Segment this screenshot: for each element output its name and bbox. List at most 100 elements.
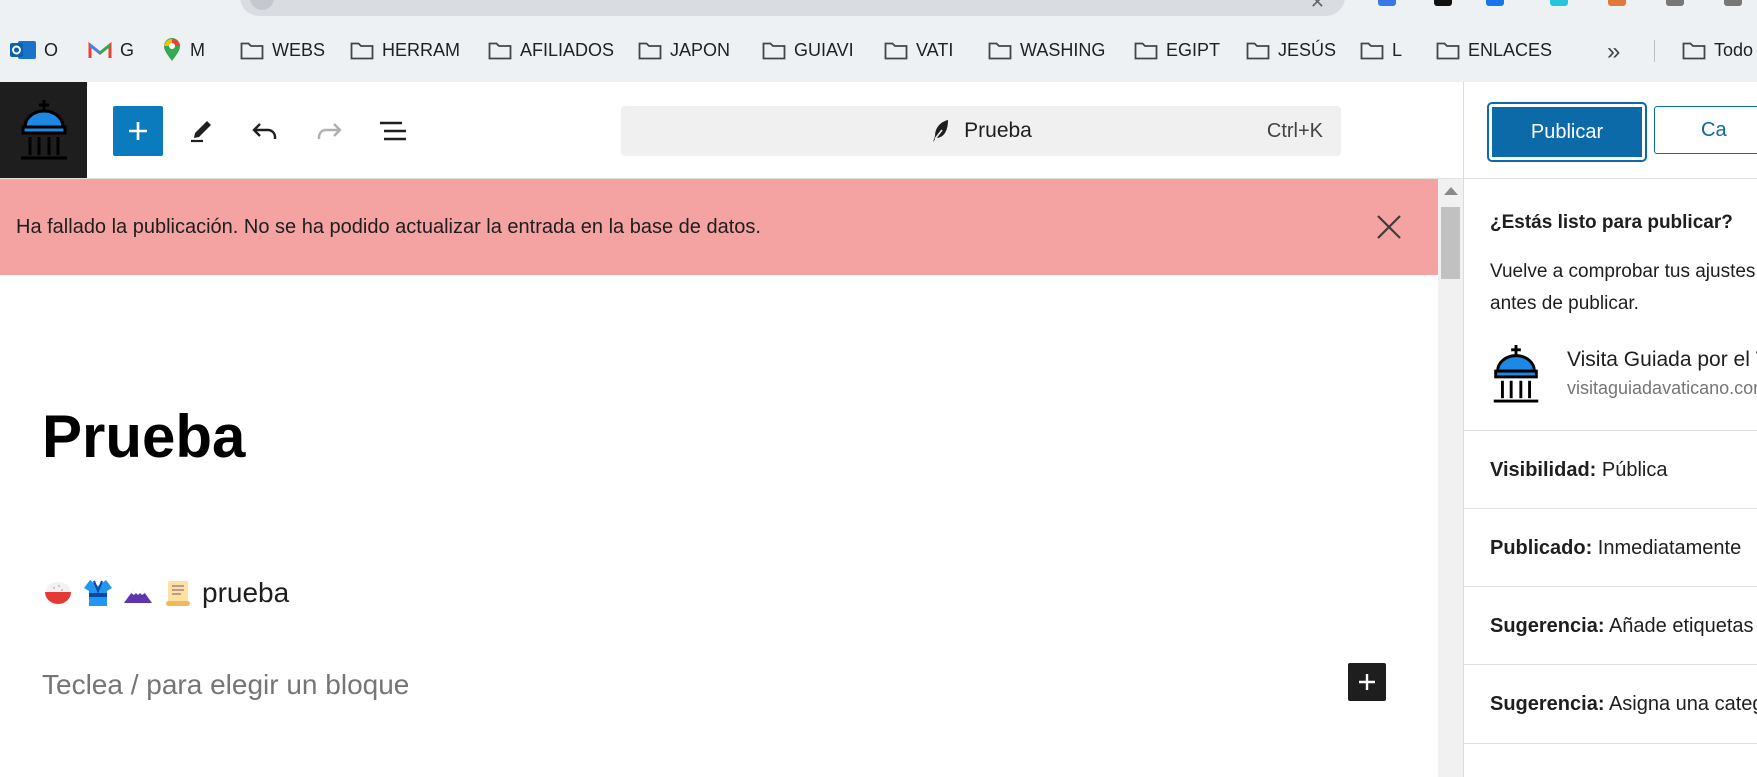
- bookmark-item[interactable]: G: [88, 38, 134, 62]
- extension-icon[interactable]: [1434, 0, 1452, 6]
- bookmark-label: HERRAM: [382, 39, 461, 60]
- folder-icon: [1134, 42, 1158, 60]
- folder-icon: [884, 42, 908, 60]
- panel-description: Vuelve a comprobar tus ajustes antes de …: [1490, 261, 1756, 314]
- extension-icon[interactable]: [1666, 0, 1684, 6]
- site-info-icon[interactable]: [250, 0, 274, 10]
- bookmark-item[interactable]: O: [10, 38, 58, 62]
- undo-button[interactable]: [240, 106, 290, 156]
- empty-block-placeholder[interactable]: Teclea / para elegir un bloque: [42, 669, 409, 701]
- extension-icon[interactable]: [1724, 0, 1742, 6]
- bookmark-label: Todo: [1714, 39, 1754, 60]
- bookmark-folder[interactable]: VATI: [884, 38, 953, 62]
- mount-fuji-emoji: [124, 589, 152, 603]
- folder-icon: [350, 42, 374, 60]
- scroll-emoji: [166, 581, 190, 606]
- command-palette-bar[interactable]: Prueba Ctrl+K: [621, 106, 1341, 156]
- visibility-value[interactable]: Pública: [1602, 459, 1668, 481]
- extension-icon[interactable]: [1608, 0, 1626, 6]
- bookmark-folder[interactable]: HERRAM: [350, 38, 460, 62]
- bookmark-label: M: [190, 39, 205, 60]
- bookmark-label: AFILIADOS: [520, 39, 615, 60]
- bookmark-folder[interactable]: WASHING: [988, 38, 1105, 62]
- bookmark-folder[interactable]: L: [1360, 38, 1402, 62]
- gmail-icon: [88, 41, 112, 58]
- more-bookmarks-icon[interactable]: »: [1607, 38, 1620, 66]
- bookmark-label: GUIAVI: [794, 39, 854, 60]
- error-notice: Ha fallado la publicación. No se ha podi…: [0, 179, 1438, 275]
- redo-button[interactable]: [304, 106, 354, 156]
- list-view-icon: [380, 121, 406, 141]
- extension-icon[interactable]: [1486, 0, 1504, 6]
- bookmark-label: JESÚS: [1278, 39, 1337, 60]
- suggestion-category: Asigna una categoría: [1608, 693, 1757, 715]
- scroll-up-arrow-icon[interactable]: [1444, 187, 1458, 195]
- bookmark-folder[interactable]: GUIAVI: [762, 38, 854, 62]
- site-name: Visita Guiada por el Vaticano: [1567, 348, 1757, 371]
- bookmark-label: WASHING: [1020, 39, 1106, 60]
- post-title[interactable]: Prueba: [42, 402, 245, 471]
- published-label: Publicado:: [1490, 537, 1593, 559]
- site-icon-button[interactable]: [0, 82, 87, 178]
- panel-question: ¿Estás listo para publicar?: [1490, 212, 1733, 233]
- kimono-emoji: [84, 580, 112, 606]
- folder-icon: [762, 42, 786, 60]
- extension-icon[interactable]: [1378, 0, 1396, 6]
- address-bar[interactable]: ✕: [240, 0, 1345, 16]
- tags-suggestion-row[interactable]: Sugerencia: Añade etiquetas: [1464, 586, 1757, 665]
- category-suggestion-row[interactable]: Sugerencia: Asigna una categoría: [1464, 664, 1757, 744]
- rice-bowl-emoji: [45, 582, 71, 604]
- bookmark-folder[interactable]: EGIPT: [1134, 38, 1220, 62]
- bookmark-folder[interactable]: ENLACES: [1436, 38, 1552, 62]
- block-inserter-button[interactable]: [113, 106, 163, 156]
- tools-button[interactable]: [176, 106, 226, 156]
- visibility-row[interactable]: Visibilidad: Pública: [1464, 430, 1757, 509]
- bookmark-folder[interactable]: JAPON: [638, 38, 730, 62]
- bookmark-label: VATI: [916, 39, 954, 60]
- paragraph-text: prueba: [202, 577, 290, 608]
- folder-icon: [1682, 42, 1706, 60]
- folder-icon: [638, 42, 662, 60]
- cancel-button[interactable]: Ca: [1654, 106, 1757, 154]
- bookmark-label: G: [120, 39, 135, 60]
- all-bookmarks-folder[interactable]: Todo: [1682, 38, 1753, 62]
- suggestion-label: Sugerencia:: [1490, 615, 1605, 637]
- bookmarks-bar: O G M WEBS HERRAM AFILIADOS JAPON GUIAVI…: [0, 30, 1757, 70]
- bookmark-label: O: [44, 39, 59, 60]
- editor-header: Prueba Ctrl+K: [0, 82, 1463, 179]
- editor-canvas: Ha fallado la publicación. No se ha podi…: [0, 179, 1438, 777]
- folder-icon: [1246, 42, 1270, 60]
- scrollbar-thumb[interactable]: [1441, 207, 1460, 279]
- post-feather-icon: [933, 120, 949, 142]
- publish-button[interactable]: Publicar: [1487, 102, 1647, 162]
- plus-icon: [129, 122, 147, 140]
- bookmark-label: L: [1392, 39, 1403, 60]
- close-icon[interactable]: [1374, 212, 1404, 242]
- inline-inserter-button[interactable]: [1348, 663, 1386, 701]
- undo-icon: [252, 123, 277, 139]
- bookmark-label: JAPON: [670, 39, 731, 60]
- bookmarks-separator: [1654, 40, 1655, 62]
- bookmark-folder[interactable]: WEBS: [240, 38, 325, 62]
- bookmark-item[interactable]: M: [162, 38, 205, 62]
- pencil-icon: [191, 121, 211, 143]
- pre-publish-panel: Publicar Ca ¿Estás listo para publicar? …: [1463, 82, 1757, 777]
- folder-icon: [1360, 42, 1384, 60]
- redo-icon: [317, 123, 342, 139]
- editor-scrollbar[interactable]: [1438, 179, 1463, 777]
- command-title: Prueba: [964, 119, 1032, 142]
- extension-icon[interactable]: [1550, 0, 1568, 6]
- document-overview-button[interactable]: [368, 106, 418, 156]
- publish-date-row[interactable]: Publicado: Inmediatamente: [1464, 508, 1757, 587]
- error-notice-text: Ha fallado la publicación. No se ha podi…: [16, 216, 761, 238]
- paragraph-block[interactable]: prueba: [42, 577, 289, 609]
- suggestion-tags: Añade etiquetas: [1608, 615, 1754, 637]
- browser-chrome: ✕ O G M WEBS HERRAM AFILIADOS JAPON GUIA…: [0, 0, 1757, 82]
- command-shortcut: Ctrl+K: [1266, 120, 1323, 142]
- published-value[interactable]: Inmediatamente: [1598, 537, 1741, 559]
- panel-header: Publicar Ca: [1464, 82, 1757, 179]
- bookmark-folder[interactable]: JESÚS: [1246, 38, 1336, 62]
- site-logo-icon: [1493, 344, 1539, 403]
- clear-icon[interactable]: ✕: [1310, 0, 1325, 13]
- bookmark-folder[interactable]: AFILIADOS: [488, 38, 614, 62]
